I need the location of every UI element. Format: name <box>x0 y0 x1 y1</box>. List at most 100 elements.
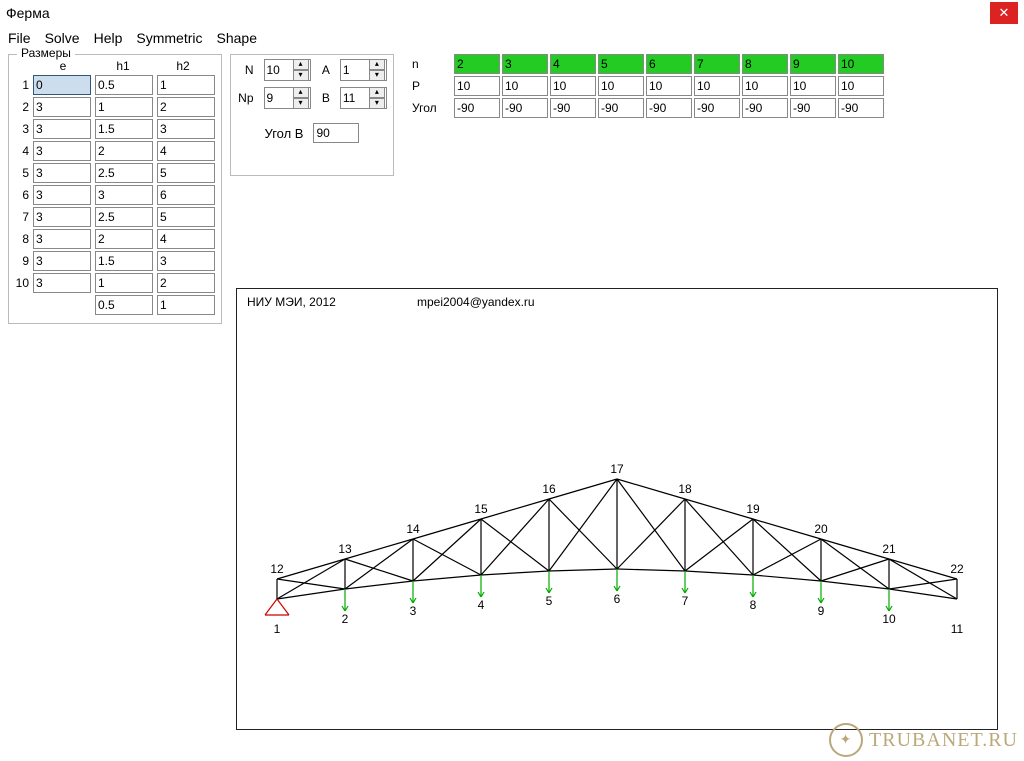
svg-text:13: 13 <box>338 542 352 556</box>
svg-text:11: 11 <box>951 622 964 636</box>
spinner-B[interactable]: ▴▾ <box>340 87 387 109</box>
loads-cell[interactable]: 5 <box>598 54 644 74</box>
loads-cell[interactable]: 10 <box>502 76 548 96</box>
col-h2: h2 <box>155 59 211 73</box>
truss-canvas: НИУ МЭИ, 2012 mpei2004@yandex.ru 1213141… <box>236 288 998 730</box>
menu-solve[interactable]: Solve <box>45 30 80 46</box>
size-e-input[interactable] <box>33 229 91 249</box>
sizes-row: 3 <box>15 119 215 139</box>
size-h1-input[interactable] <box>95 185 153 205</box>
size-e-input[interactable] <box>33 251 91 271</box>
loads-cell[interactable]: 10 <box>838 76 884 96</box>
size-h1-input[interactable] <box>95 229 153 249</box>
window-title: Ферма <box>6 5 50 21</box>
size-e-input[interactable] <box>33 207 91 227</box>
size-h1-input[interactable] <box>95 119 153 139</box>
loads-cell[interactable]: 10 <box>550 76 596 96</box>
loads-cell[interactable]: 10 <box>598 76 644 96</box>
size-e-input[interactable] <box>33 97 91 117</box>
size-h1-input[interactable] <box>95 75 153 95</box>
label-A: A <box>321 63 330 77</box>
size-h2-input[interactable] <box>157 229 215 249</box>
size-e-input[interactable] <box>33 141 91 161</box>
close-button[interactable]: ✕ <box>990 2 1018 24</box>
size-h2-input[interactable] <box>157 273 215 293</box>
loads-cell[interactable]: -90 <box>694 98 740 118</box>
label-angleB: Угол B <box>265 126 304 141</box>
loads-cell[interactable]: -90 <box>742 98 788 118</box>
spinner-Np[interactable]: ▴▾ <box>264 87 311 109</box>
loads-cell[interactable]: 8 <box>742 54 788 74</box>
svg-text:12: 12 <box>270 562 284 576</box>
loads-cell[interactable]: 10 <box>838 54 884 74</box>
size-h2-input[interactable] <box>157 295 215 315</box>
loads-cell[interactable]: -90 <box>454 98 500 118</box>
size-e-input[interactable] <box>33 185 91 205</box>
spinner-A[interactable]: ▴▾ <box>340 59 387 81</box>
row-num: 3 <box>15 122 29 136</box>
row-num: 1 <box>15 78 29 92</box>
menu-symmetric[interactable]: Symmetric <box>136 30 202 46</box>
size-h2-input[interactable] <box>157 141 215 161</box>
size-h2-input[interactable] <box>157 163 215 183</box>
loads-cell[interactable]: 10 <box>790 76 836 96</box>
size-h1-input[interactable] <box>95 251 153 271</box>
svg-text:3: 3 <box>410 604 417 618</box>
loads-cell[interactable]: 9 <box>790 54 836 74</box>
input-angleB[interactable] <box>313 123 359 143</box>
label-B: B <box>321 91 330 105</box>
row-num: 10 <box>15 276 29 290</box>
size-h2-input[interactable] <box>157 185 215 205</box>
menu-help[interactable]: Help <box>94 30 123 46</box>
sizes-row: 6 <box>15 185 215 205</box>
loads-cell[interactable]: -90 <box>646 98 692 118</box>
canvas-credit: НИУ МЭИ, 2012 <box>247 295 336 309</box>
size-h1-input[interactable] <box>95 141 153 161</box>
loads-cell[interactable]: 10 <box>694 76 740 96</box>
size-h1-input[interactable] <box>95 295 153 315</box>
svg-text:6: 6 <box>614 592 621 606</box>
loads-cell[interactable]: -90 <box>838 98 884 118</box>
svg-text:15: 15 <box>474 502 488 516</box>
loads-cell[interactable]: 3 <box>502 54 548 74</box>
size-h2-input[interactable] <box>157 75 215 95</box>
loads-cell[interactable]: -90 <box>502 98 548 118</box>
loads-cell[interactable]: -90 <box>598 98 644 118</box>
loads-table: n2345678910P101010101010101010Угол-90-90… <box>412 54 886 324</box>
row-num: 8 <box>15 232 29 246</box>
size-e-input[interactable] <box>33 273 91 293</box>
sizes-row: 1 <box>15 75 215 95</box>
loads-cell[interactable]: 7 <box>694 54 740 74</box>
loads-row: n2345678910 <box>412 54 886 74</box>
watermark-logo-icon: ✦ <box>829 723 863 757</box>
loads-cell[interactable]: 4 <box>550 54 596 74</box>
sizes-row: 10 <box>15 273 215 293</box>
loads-cell[interactable]: -90 <box>790 98 836 118</box>
size-e-input[interactable] <box>33 75 91 95</box>
size-h2-input[interactable] <box>157 251 215 271</box>
size-h2-input[interactable] <box>157 207 215 227</box>
svg-text:14: 14 <box>406 522 420 536</box>
loads-cell[interactable]: 2 <box>454 54 500 74</box>
loads-cell[interactable]: 10 <box>742 76 788 96</box>
size-h2-input[interactable] <box>157 97 215 117</box>
spinner-N[interactable]: ▴▾ <box>264 59 311 81</box>
menu-file[interactable]: File <box>8 30 31 46</box>
size-h2-input[interactable] <box>157 119 215 139</box>
size-e-input[interactable] <box>33 163 91 183</box>
size-h1-input[interactable] <box>95 273 153 293</box>
loads-cell[interactable]: -90 <box>550 98 596 118</box>
svg-text:8: 8 <box>750 598 757 612</box>
size-h1-input[interactable] <box>95 97 153 117</box>
loads-cell[interactable]: 10 <box>646 76 692 96</box>
watermark: ✦ TRUBANET.RU <box>829 723 1018 757</box>
loads-cell[interactable]: 10 <box>454 76 500 96</box>
size-h1-input[interactable] <box>95 163 153 183</box>
size-h1-input[interactable] <box>95 207 153 227</box>
sizes-row <box>15 295 215 315</box>
menu-shape[interactable]: Shape <box>217 30 257 46</box>
size-e-input[interactable] <box>33 119 91 139</box>
loads-row: P101010101010101010 <box>412 76 886 96</box>
svg-text:16: 16 <box>542 482 556 496</box>
loads-cell[interactable]: 6 <box>646 54 692 74</box>
